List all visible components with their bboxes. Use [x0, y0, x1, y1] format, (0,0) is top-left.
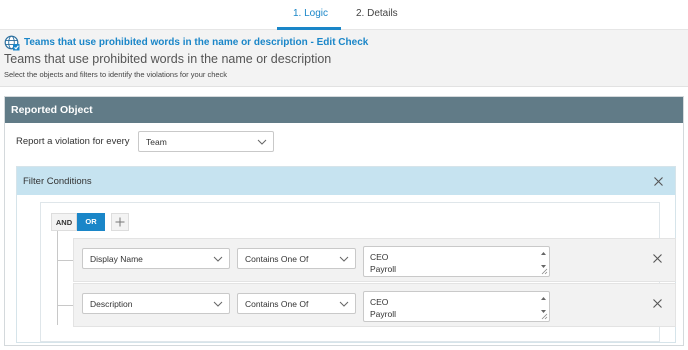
- plus-icon: [115, 217, 125, 227]
- tree-connector: [57, 260, 73, 261]
- remove-condition-icon[interactable]: [652, 298, 663, 309]
- reported-object-title: Reported Object: [11, 104, 93, 116]
- resize-grip-icon[interactable]: [540, 267, 548, 275]
- condition-value-line: Payroll: [370, 264, 396, 274]
- condition-value-line: CEO: [370, 297, 389, 307]
- condition-value-line: Payroll: [370, 309, 396, 319]
- page-subtitle: Select the objects and filters to identi…: [4, 70, 228, 79]
- condition-operator-value: Contains One Of: [245, 254, 309, 264]
- tab-details[interactable]: 2. Details: [356, 8, 398, 19]
- add-condition-button[interactable]: [111, 213, 129, 231]
- chevron-down-icon: [257, 137, 267, 147]
- or-toggle[interactable]: OR: [77, 213, 105, 231]
- filter-conditions-box: Filter Conditions AND OR Display Name Co…: [16, 166, 676, 343]
- remove-condition-icon[interactable]: [652, 253, 663, 264]
- chevron-down-icon: [213, 254, 223, 264]
- condition-operator-select[interactable]: Contains One Of: [237, 293, 356, 314]
- page-title: Teams that use prohibited words in the n…: [4, 52, 332, 66]
- condition-operator-select[interactable]: Contains One Of: [237, 248, 356, 269]
- close-filter-icon[interactable]: [653, 176, 664, 187]
- chevron-down-icon: [213, 299, 223, 309]
- condition-operator-value: Contains One Of: [245, 299, 309, 309]
- condition-values-textarea[interactable]: CEO Payroll: [363, 291, 550, 322]
- tab-logic[interactable]: 1. Logic: [293, 8, 328, 19]
- page-header: Teams that use prohibited words in the n…: [0, 30, 688, 87]
- wizard-tabs: 1. Logic 2. Details: [0, 0, 688, 30]
- chevron-down-icon: [339, 299, 349, 309]
- condition-row: Description Contains One Of CEO Payroll: [73, 283, 676, 327]
- condition-value-line: CEO: [370, 252, 389, 262]
- check-globe-icon: [4, 35, 20, 51]
- chevron-down-icon: [339, 254, 349, 264]
- report-violation-label: Report a violation for every: [16, 136, 130, 147]
- filter-conditions-title: Filter Conditions: [23, 176, 92, 187]
- edit-check-title: Teams that use prohibited words in the n…: [24, 37, 369, 48]
- condition-field-value: Description: [90, 299, 133, 309]
- tree-connector: [57, 231, 58, 325]
- reported-object-panel: Reported Object Report a violation for e…: [4, 96, 684, 346]
- condition-field-select[interactable]: Description: [82, 293, 230, 314]
- resize-grip-icon[interactable]: [540, 312, 548, 320]
- report-object-value: Team: [146, 137, 167, 147]
- condition-field-value: Display Name: [90, 254, 143, 264]
- condition-group: AND OR Display Name Contains One Of CEO …: [40, 202, 676, 342]
- tree-connector: [57, 305, 73, 306]
- condition-field-select[interactable]: Display Name: [82, 248, 230, 269]
- condition-values-textarea[interactable]: CEO Payroll: [363, 246, 550, 277]
- reported-object-header: Reported Object: [5, 97, 683, 123]
- filter-conditions-header: Filter Conditions: [17, 167, 675, 195]
- condition-row: Display Name Contains One Of CEO Payroll: [73, 238, 676, 282]
- report-object-select[interactable]: Team: [138, 131, 274, 152]
- and-toggle[interactable]: AND: [51, 213, 77, 231]
